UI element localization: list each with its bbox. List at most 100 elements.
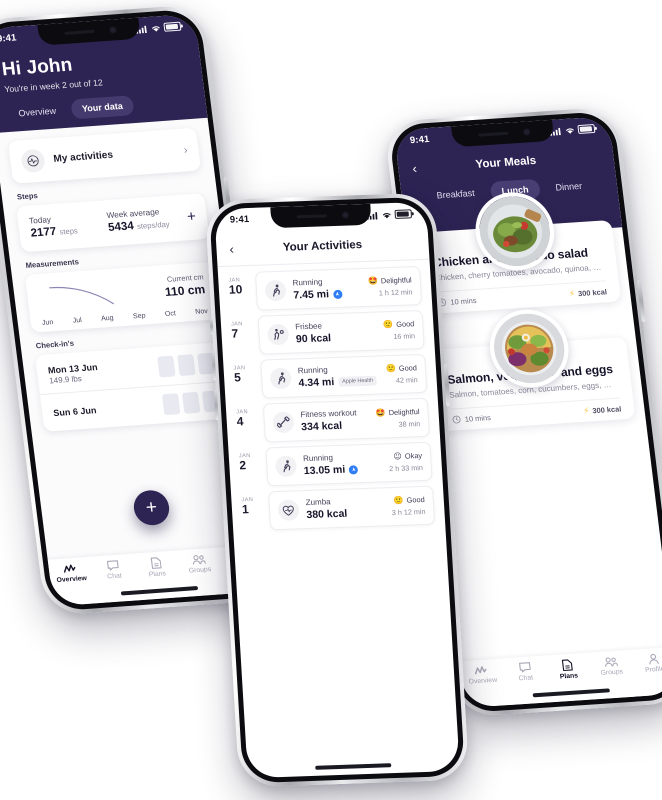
measurements-line-chart (49, 286, 115, 305)
meal-calories: ⚡ 300 kcal (568, 287, 607, 298)
meal-prep-time: 10 mins (452, 413, 491, 424)
activity-card[interactable]: Running 13.05 mi 😐 Okay 2 h 33 min (265, 441, 433, 487)
activity-card[interactable]: Running 7.45 mi 🤩 Delightful 1 h 12 min (254, 266, 423, 311)
clock-icon (452, 415, 462, 424)
tab-bar-overview[interactable]: Overview (459, 663, 504, 686)
activity-date: JAN 7 (231, 316, 254, 356)
activity-name: Zumba (305, 497, 331, 508)
steps-card[interactable]: Today 2177 steps Week average 5434 steps… (16, 193, 210, 253)
checkin-photo-placeholder (177, 354, 196, 377)
activity-row[interactable]: JAN 7 Frisbee 90 kcal 🙂 Good 16 min (231, 309, 425, 356)
activity-row[interactable]: JAN 10 Running 7.45 mi 🤩 Delightful 1 h … (228, 266, 423, 312)
add-checkin-fab[interactable]: + (131, 489, 172, 527)
tab-bar-chat[interactable]: Chat (502, 661, 547, 684)
axis-month: Jul (72, 317, 83, 325)
activity-row[interactable]: JAN 2 Running 13.05 mi 😐 Okay 2 h 33 min (238, 441, 433, 488)
tab-bar-chat[interactable]: Chat (91, 559, 136, 582)
activity-card[interactable]: Fitness workout 334 kcal 🤩 Delightful 38… (262, 397, 431, 443)
overview-tabs: Overview Your data (6, 91, 190, 124)
activity-day: 4 (236, 414, 244, 429)
activity-name: Fitness workout (300, 408, 357, 420)
front-camera (109, 26, 118, 34)
tab-bar-label: Overview (468, 676, 498, 686)
checkin-photo-placeholder (157, 355, 176, 378)
activity-card[interactable]: Frisbee 90 kcal 🙂 Good 16 min (257, 309, 425, 355)
phone-activities-screen: 9:41 ‹ Your Activities JAN 10 Running 7.… (204, 192, 470, 788)
activity-meta: 🙂 Good 42 min (386, 363, 418, 385)
mood-emoji-icon: 🤩 (367, 276, 379, 286)
meal-kcal-label: 300 kcal (591, 404, 622, 416)
tab-bar-label: Groups (600, 668, 624, 677)
activity-value: 13.05 mi (303, 463, 346, 478)
activity-day: 10 (228, 282, 243, 297)
front-camera (341, 211, 349, 219)
activity-meta: 🙂 Good 3 h 12 min (391, 495, 426, 517)
activity-card[interactable]: Running 4.34 mi Apple Health 🙂 Good 42 m… (260, 353, 428, 399)
axis-month: Nov (194, 308, 209, 316)
activity-mood: Good (406, 494, 425, 505)
tab-overview[interactable]: Overview (6, 100, 68, 124)
tab-dinner[interactable]: Dinner (543, 175, 594, 198)
tab-bar-profile[interactable]: Profile (631, 652, 662, 675)
tab-bar-overview[interactable]: Overview (48, 562, 93, 585)
activity-name: Frisbee (294, 321, 323, 332)
activities-list: JAN 10 Running 7.45 mi 🤩 Delightful 1 h … (218, 260, 446, 532)
checkin-photos[interactable] (161, 390, 221, 416)
gps-badge-icon (332, 289, 343, 299)
mood-emoji-icon: 🤩 (375, 407, 386, 418)
tab-bar-plans[interactable]: Plans (545, 658, 591, 682)
meal-meta: 10 mins ⚡ 300 kcal (436, 280, 609, 314)
tab-bar-groups[interactable]: Groups (177, 552, 222, 575)
activity-info: Fitness workout 334 kcal (300, 408, 370, 433)
meal-item[interactable]: Chicken and avocado salad Chicken, cherr… (416, 190, 622, 315)
measurements-card[interactable]: Current cm 110 cm Jun Jul Aug Sep Oct No… (24, 261, 220, 333)
chevron-right-icon: › (182, 143, 189, 156)
people-icon (603, 656, 618, 668)
phone-mockup-stage: 9:41 Hi John You're in week 2 out of 12 … (0, 0, 662, 800)
steps-today: Today 2177 steps (29, 211, 105, 239)
activity-info: Running 7.45 mi (292, 276, 362, 301)
steps-today-unit: steps (58, 226, 79, 237)
my-activities-card[interactable]: My activities › (7, 127, 202, 184)
front-camera (523, 128, 532, 136)
tab-bar-label: Chat (106, 572, 123, 581)
activity-duration: 42 min (395, 375, 418, 385)
steps-avg-value: 5434 (107, 220, 135, 234)
meal-time-label: 10 mins (449, 295, 477, 307)
frisbee-icon (267, 323, 290, 346)
meal-item[interactable]: Salmon, vegetables and eggs Salmon, toma… (430, 307, 636, 432)
phone-screen: 9:41 ‹ Your Activities JAN 10 Running 7.… (214, 201, 460, 779)
activity-name: Running (292, 277, 323, 288)
activity-date: JAN 10 (228, 272, 251, 312)
activity-meta: 🙂 Good 16 min (383, 319, 415, 341)
steps-avg-unit: steps/day (136, 219, 171, 231)
heart-icon (277, 499, 300, 522)
activity-info: Frisbee 90 kcal (294, 320, 377, 346)
activity-row[interactable]: JAN 4 Fitness workout 334 kcal 🤩 Delight… (236, 397, 431, 444)
activity-card[interactable]: Zumba 380 kcal 🙂 Good 3 h 12 min (267, 485, 436, 531)
activity-day: 1 (241, 502, 250, 517)
meal-kcal-label: 300 kcal (577, 287, 608, 299)
tab-bar-label: Plans (148, 570, 167, 579)
add-steps-button[interactable]: + (184, 208, 197, 225)
activity-row[interactable]: JAN 5 Running 4.34 mi Apple Health 🙂 Goo… (233, 353, 428, 400)
activity-source-badge: Apple Health (337, 375, 378, 387)
notch (270, 203, 372, 229)
checkin-photos[interactable] (157, 352, 216, 378)
home-indicator (315, 763, 392, 770)
checkin-photo-placeholder (161, 393, 181, 416)
activity-info: Zumba 380 kcal (305, 495, 385, 521)
battery-icon (394, 209, 413, 220)
activity-value: 90 kcal (295, 332, 332, 346)
gps-badge-icon (348, 464, 359, 475)
activity-duration: 38 min (398, 419, 421, 429)
pulse-circle-icon (20, 148, 47, 174)
tab-your-data[interactable]: Your data (69, 95, 136, 120)
meal-meta: 10 mins ⚡ 300 kcal (450, 397, 623, 431)
activity-row[interactable]: JAN 1 Zumba 380 kcal 🙂 Good 3 h 12 min (241, 485, 436, 532)
document-icon (562, 659, 574, 672)
activity-duration: 3 h 12 min (391, 506, 426, 518)
tab-bar-plans[interactable]: Plans (134, 556, 179, 580)
activity-duration: 2 h 33 min (388, 463, 424, 474)
tab-bar-groups[interactable]: Groups (588, 655, 633, 678)
